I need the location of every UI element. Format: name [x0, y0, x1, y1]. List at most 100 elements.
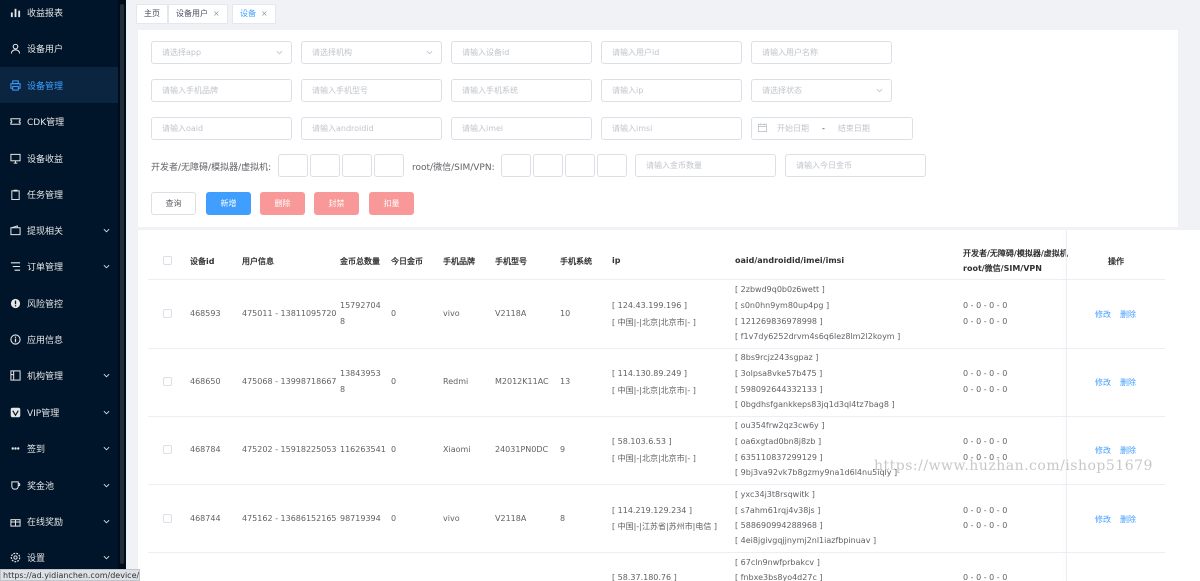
- root-flag-input-4[interactable]: [597, 154, 627, 177]
- androidid-input[interactable]: 请输入androidid: [301, 117, 442, 140]
- cell-coin-today: 0: [391, 445, 397, 454]
- column-header[interactable]: oaid/androidid/imei/imsi: [735, 256, 844, 265]
- close-icon[interactable]: ×: [261, 9, 268, 18]
- date-end: 结束日期: [837, 124, 870, 133]
- cell-model: M2012K11AC: [495, 377, 549, 386]
- sidebar-item-organization[interactable]: 机构管理: [0, 357, 118, 393]
- column-header[interactable]: 设备id: [190, 256, 214, 267]
- chevron-down-icon: [103, 446, 110, 450]
- sidebar-item-device-management[interactable]: 设备管理: [0, 67, 118, 103]
- cell-dev-flags: 0 - 0 - 0 - 0: [963, 301, 1008, 310]
- ip-input[interactable]: 请输入ip: [601, 79, 742, 102]
- dev-flags-label: 开发者/无障碍/模拟器/虚拟机:: [151, 163, 272, 173]
- dev-flag-input-2[interactable]: [310, 154, 340, 177]
- select-all-checkbox[interactable]: [163, 256, 172, 265]
- status-select[interactable]: 请选择状态: [751, 79, 892, 102]
- edit-link[interactable]: 修改: [1095, 445, 1111, 456]
- sidebar-item-order-management[interactable]: 订单管理: [0, 248, 118, 284]
- sidebar-item-task-management[interactable]: 任务管理: [0, 176, 118, 212]
- edit-link[interactable]: 修改: [1095, 377, 1111, 388]
- column-header[interactable]: 手机品牌: [443, 256, 475, 267]
- cell-user: 475162 - 13686152165: [242, 514, 337, 523]
- add-button[interactable]: 新增: [206, 192, 251, 215]
- sidebar-item-device-users[interactable]: 设备用户: [0, 30, 118, 66]
- gear-icon: [10, 552, 21, 562]
- delete-link[interactable]: 删除: [1120, 514, 1136, 525]
- cell-ip: [ 114.130.89.249 ]: [612, 369, 687, 378]
- column-header[interactable]: ip: [612, 256, 620, 265]
- tab-device[interactable]: 设备 ×: [232, 4, 276, 24]
- organization-select[interactable]: 请选择机构: [301, 41, 442, 64]
- coin-today-input[interactable]: 请输入今日金币: [785, 154, 926, 177]
- dev-flag-input-1[interactable]: [278, 154, 308, 177]
- row-checkbox[interactable]: [163, 377, 172, 386]
- sidebar-item-device-revenue[interactable]: 设备收益: [0, 140, 118, 176]
- column-header[interactable]: 操作: [1108, 256, 1124, 267]
- oaid-input[interactable]: 请输入oaid: [151, 117, 292, 140]
- dev-flag-input-3[interactable]: [342, 154, 372, 177]
- sidebar-item-label: VIP管理: [27, 408, 60, 419]
- divider: [148, 348, 1165, 349]
- tab-label: 设备用户: [176, 9, 208, 18]
- user-id-input[interactable]: 请输入用户id: [601, 41, 742, 64]
- sidebar-item-vip[interactable]: VIP管理: [0, 394, 118, 430]
- sidebar-item-online-reward[interactable]: 在线奖励: [0, 503, 118, 539]
- coin-total-input[interactable]: 请输入金币数量: [635, 154, 776, 177]
- column-header[interactable]: 开发者/无障碍/模拟器/虚拟机: [963, 248, 1068, 259]
- sidebar-item-revenue-report[interactable]: 收益报表: [0, 0, 118, 30]
- row-checkbox[interactable]: [163, 514, 172, 523]
- column-header[interactable]: 今日金币: [391, 256, 423, 267]
- imei-input[interactable]: 请输入imei: [451, 117, 592, 140]
- cell-ip: [ 58.37.180.76 ]: [612, 573, 677, 581]
- date-range-picker[interactable]: 开始日期 - 结束日期: [751, 117, 913, 140]
- sidebar-item-risk-control[interactable]: 风险管控: [0, 285, 118, 321]
- column-header[interactable]: root/微信/SIM/VPN: [963, 263, 1042, 274]
- cell-device-id: 468593: [190, 309, 221, 318]
- phone-os-input[interactable]: 请输入手机系统: [451, 79, 592, 102]
- cell-brand: vivo: [443, 309, 460, 318]
- root-flag-input-3[interactable]: [565, 154, 595, 177]
- cell-dev-flags: 0 - 0 - 0 - 0: [963, 506, 1008, 515]
- delete-link[interactable]: 删除: [1120, 309, 1136, 320]
- query-button[interactable]: 查询: [151, 192, 196, 215]
- deduct-button[interactable]: 扣量: [369, 192, 414, 215]
- cell-imsi: [ 4ei8jgivgqjjnymj2nl1iazfbpinuav ]: [735, 536, 877, 545]
- row-checkbox[interactable]: [163, 445, 172, 454]
- dev-flag-input-4[interactable]: [374, 154, 404, 177]
- device-id-input[interactable]: 请输入设备id: [451, 41, 592, 64]
- placeholder: 请选择app: [162, 48, 202, 57]
- tab-home[interactable]: 主页: [136, 4, 168, 24]
- sidebar-item-app-info[interactable]: 应用信息: [0, 321, 118, 357]
- sidebar-item-label: 设置: [27, 553, 46, 564]
- app-select[interactable]: 请选择app: [151, 41, 292, 64]
- phone-brand-input[interactable]: 请输入手机品牌: [151, 79, 292, 102]
- chevron-down-icon: [103, 228, 110, 232]
- edit-link[interactable]: 修改: [1095, 514, 1111, 525]
- column-header[interactable]: 金币总数量: [340, 256, 380, 267]
- row-checkbox[interactable]: [163, 309, 172, 318]
- sidebar-item-label: 机构管理: [27, 371, 64, 382]
- close-icon[interactable]: ×: [213, 9, 220, 18]
- delete-link[interactable]: 删除: [1120, 445, 1136, 456]
- user-name-input[interactable]: 请输入用户名称: [751, 41, 892, 64]
- delete-link[interactable]: 删除: [1120, 377, 1136, 388]
- delete-button[interactable]: 删除: [260, 192, 305, 215]
- sidebar-item-bonus-pool[interactable]: 奖金池: [0, 467, 118, 503]
- column-header[interactable]: 手机系统: [560, 256, 592, 267]
- root-flag-input-2[interactable]: [533, 154, 563, 177]
- edit-link[interactable]: 修改: [1095, 309, 1111, 320]
- sidebar-scroll-thumb[interactable]: [120, 4, 124, 564]
- sidebar-item-label: 收益报表: [27, 8, 64, 19]
- sidebar-item-withdrawal[interactable]: 提现相关: [0, 212, 118, 248]
- tab-device-users[interactable]: 设备用户 ×: [168, 4, 228, 24]
- ban-button[interactable]: 封禁: [314, 192, 359, 215]
- cell-ip: [ 58.103.6.53 ]: [612, 437, 672, 446]
- sidebar-item-checkin[interactable]: 签到: [0, 430, 118, 466]
- column-header[interactable]: 用户信息: [242, 256, 274, 267]
- sidebar-item-cdk-management[interactable]: CDK管理: [0, 103, 118, 139]
- column-header[interactable]: 手机型号: [495, 256, 527, 267]
- root-flag-input-1[interactable]: [501, 154, 531, 177]
- cell-brand: Redmi: [443, 377, 469, 386]
- imsi-input[interactable]: 请输入imsi: [601, 117, 742, 140]
- phone-model-input[interactable]: 请输入手机型号: [301, 79, 442, 102]
